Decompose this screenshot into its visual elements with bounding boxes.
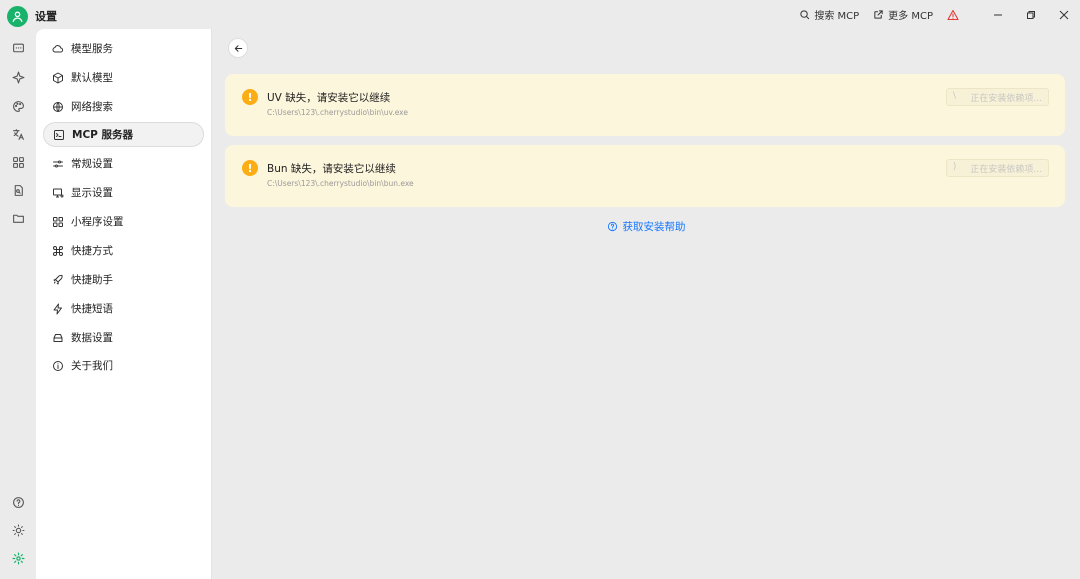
rail-files-button[interactable] — [9, 209, 27, 227]
uv-path: C:\Users\123\.cherrystudio\bin\uv.exe — [267, 108, 408, 117]
bun-missing-title: Bun 缺失，请安装它以继续 — [267, 163, 396, 175]
info-icon — [53, 360, 63, 371]
uv-missing-card: ! UV 缺失，请安装它以继续 C:\Users\123\.cherrystud… — [225, 74, 1065, 136]
hard-drive-icon — [53, 333, 63, 342]
command-icon — [53, 245, 63, 256]
rail-chat-button[interactable] — [9, 39, 27, 57]
more-mcp-label: 更多 MCP — [888, 11, 933, 22]
rail-knowledge-button[interactable] — [9, 181, 27, 199]
help-circle-icon — [12, 496, 24, 508]
palette-icon — [12, 100, 24, 112]
nav-item-label: 常规设置 — [71, 158, 113, 170]
sparkle-icon — [12, 71, 24, 83]
settings-nav: 模型服务 默认模型 网络搜索 MCP 服务器 常规设置 显示设置 小程序设置 快… — [36, 29, 212, 579]
warning-icon: ! — [242, 89, 258, 105]
monitor-icon — [53, 188, 64, 197]
avatar[interactable] — [7, 6, 28, 27]
folder-icon — [12, 214, 24, 223]
nav-item-mcp-servers[interactable]: MCP 服务器 — [43, 122, 204, 147]
more-mcp-button[interactable]: 更多 MCP — [873, 7, 933, 22]
nav-item-display-settings[interactable]: 显示设置 — [43, 180, 204, 205]
nav-item-label: MCP 服务器 — [72, 129, 134, 141]
titlebar-actions: 搜索 MCP 更多 MCP — [799, 0, 1080, 29]
loading-spinner-icon: ⟩ — [953, 162, 957, 172]
rail-paint-button[interactable] — [9, 97, 27, 115]
rail-theme-button[interactable] — [9, 521, 27, 539]
settings-sliders-icon — [53, 160, 63, 167]
nav-item-about[interactable]: 关于我们 — [43, 353, 204, 378]
nav-item-label: 模型服务 — [71, 43, 113, 55]
install-uv-button[interactable]: \ 正在安装依赖项... — [946, 88, 1049, 106]
rail-translate-button[interactable] — [9, 125, 27, 143]
nav-item-general-settings[interactable]: 常规设置 — [43, 151, 204, 176]
alert-triangle-icon — [947, 9, 959, 20]
search-mcp-label: 搜索 MCP — [814, 11, 860, 22]
grid-icon — [53, 216, 63, 227]
zap-icon — [53, 303, 62, 314]
user-icon — [12, 11, 23, 23]
translate-icon — [12, 128, 24, 140]
bun-path: C:\Users\123\.cherrystudio\bin\bun.exe — [267, 179, 414, 188]
cloud-icon — [52, 44, 64, 52]
globe-icon — [53, 101, 63, 112]
alert-button[interactable] — [947, 9, 959, 21]
search-mcp-button[interactable]: 搜索 MCP — [799, 7, 859, 22]
nav-item-quick-assistant[interactable]: 快捷助手 — [43, 267, 204, 292]
nav-item-shortcuts[interactable]: 快捷方式 — [43, 238, 204, 263]
nav-item-label: 快捷短语 — [71, 303, 113, 315]
bun-missing-card: ! Bun 缺失，请安装它以继续 C:\Users\123\.cherrystu… — [225, 145, 1065, 207]
nav-item-data-settings[interactable]: 数据设置 — [43, 325, 204, 350]
main-content: ! UV 缺失，请安装它以继续 C:\Users\123\.cherrystud… — [212, 29, 1080, 579]
search-icon — [800, 10, 810, 20]
close-button[interactable] — [1047, 0, 1080, 29]
rail-help-button[interactable] — [9, 493, 27, 511]
nav-item-label: 数据设置 — [71, 332, 113, 344]
arrow-left-icon — [234, 44, 242, 52]
window-title: 设置 — [35, 10, 57, 23]
nav-item-miniapp-settings[interactable]: 小程序设置 — [43, 209, 204, 234]
install-help-link[interactable]: 获取安装帮助 — [212, 219, 1080, 234]
rail-agents-button[interactable] — [9, 68, 27, 86]
apps-icon — [12, 156, 24, 168]
nav-item-quick-phrases[interactable]: 快捷短语 — [43, 296, 204, 321]
nav-item-label: 网络搜索 — [71, 101, 113, 113]
loading-spinner-icon: \ — [953, 91, 957, 101]
help-circle-icon — [607, 221, 617, 232]
nav-item-label: 快捷助手 — [71, 274, 113, 286]
sun-icon — [12, 524, 24, 536]
nav-item-label: 关于我们 — [71, 360, 113, 372]
nav-item-web-search[interactable]: 网络搜索 — [43, 94, 204, 119]
external-link-icon — [874, 10, 883, 19]
nav-item-label: 快捷方式 — [71, 245, 113, 257]
nav-item-model-service[interactable]: 模型服务 — [43, 36, 204, 61]
minimize-button[interactable] — [981, 0, 1014, 29]
rocket-icon — [53, 274, 63, 284]
install-bun-button[interactable]: ⟩ 正在安装依赖项... — [946, 159, 1049, 177]
back-button[interactable] — [228, 38, 248, 58]
install-help-label: 获取安装帮助 — [622, 221, 686, 233]
icon-rail — [0, 29, 36, 579]
rail-apps-button[interactable] — [9, 153, 27, 171]
nav-item-label: 小程序设置 — [71, 216, 124, 228]
install-uv-button-label: 正在安装依赖项... — [970, 93, 1042, 104]
restore-icon — [1026, 10, 1035, 19]
gear-icon — [11, 551, 25, 565]
chat-icon — [12, 43, 24, 52]
rail-settings-button[interactable] — [9, 549, 27, 567]
close-icon — [1059, 10, 1068, 19]
restore-button[interactable] — [1014, 0, 1047, 29]
minimize-icon — [993, 14, 1002, 15]
nav-item-label: 显示设置 — [71, 187, 113, 199]
terminal-icon — [54, 129, 64, 140]
warning-icon: ! — [242, 160, 258, 176]
install-bun-button-label: 正在安装依赖项... — [970, 164, 1042, 175]
title-bar: 设置 搜索 MCP 更多 MCP — [0, 0, 1080, 29]
nav-item-label: 默认模型 — [71, 72, 113, 84]
file-search-icon — [14, 184, 23, 196]
uv-missing-title: UV 缺失，请安装它以继续 — [267, 92, 391, 104]
cube-icon — [53, 72, 63, 83]
nav-item-default-model[interactable]: 默认模型 — [43, 65, 204, 90]
